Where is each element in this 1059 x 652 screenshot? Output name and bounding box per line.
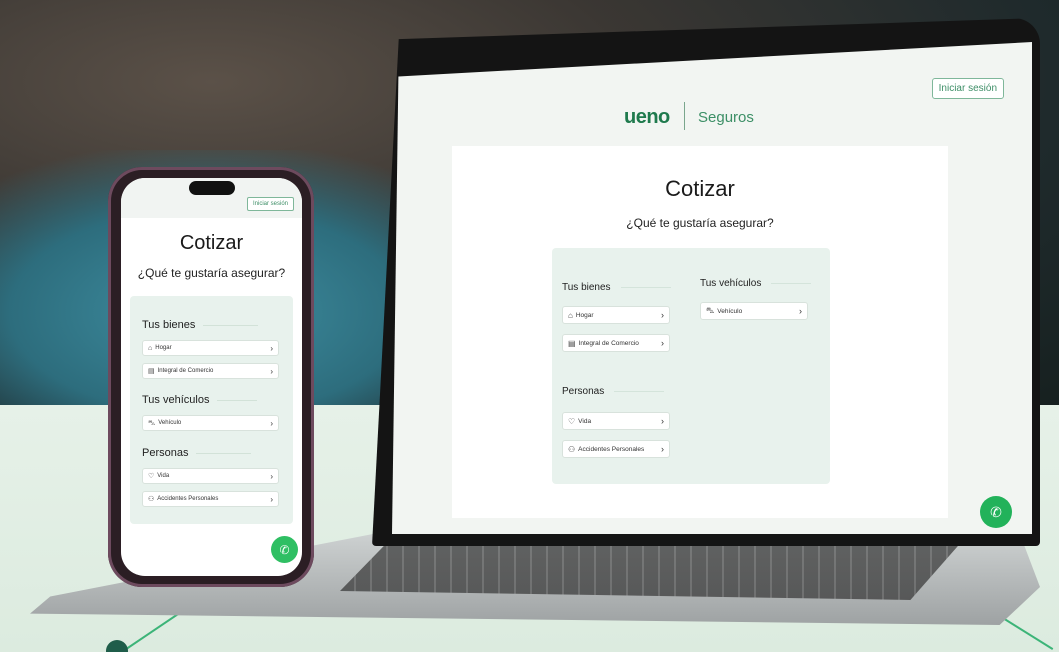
chevron-right-icon: ›: [270, 494, 273, 504]
quote-card: Cotizar ¿Qué te gustaría asegurar? Tus b…: [452, 146, 948, 518]
section-label: Tus bienes: [562, 282, 611, 293]
option-hogar[interactable]: ⌂ Hogar ›: [562, 306, 670, 324]
section-label: Tus vehículos: [142, 394, 210, 406]
laptop-keyboard: [340, 540, 960, 600]
section-personas: Personas: [142, 447, 252, 459]
option-hogar[interactable]: ⌂ Hogar ›: [142, 340, 279, 356]
chevron-right-icon: ›: [270, 366, 273, 376]
store-icon: ▤: [568, 338, 576, 348]
section-label: Tus vehículos: [700, 278, 762, 289]
login-button[interactable]: Iniciar sesión: [246, 197, 294, 211]
brand-suffix: Seguros: [698, 109, 754, 126]
section-label: Personas: [562, 386, 605, 397]
section-label: Personas: [142, 447, 189, 459]
login-button[interactable]: Iniciar sesión: [931, 78, 1004, 99]
section-vehiculos: Tus vehículos: [142, 394, 258, 406]
option-vida[interactable]: ♡ Vida ›: [562, 412, 670, 430]
option-label: Vida: [157, 473, 170, 479]
section-bienes: Tus bienes: [142, 319, 259, 331]
chevron-right-icon: ›: [661, 416, 664, 426]
section-rule: [614, 390, 665, 392]
option-vehiculo[interactable]: ⛍ Vehículo ›: [700, 302, 808, 320]
brand-logo[interactable]: ueno: [624, 106, 670, 129]
laptop-screen: Iniciar sesión ueno Seguros Cotizar ¿Qué…: [392, 42, 1032, 534]
section-rule: [196, 452, 252, 454]
option-label: Vehículo: [717, 307, 743, 315]
option-label: Integral de Comercio: [157, 368, 214, 374]
options-panel: Tus bienes ⌂ Hogar › ▤ Integral de Comercio…: [552, 248, 830, 484]
page-subtitle: ¿Qué te gustaría asegurar?: [626, 216, 774, 230]
option-label: Hogar: [575, 311, 594, 319]
options-panel: Tus bienes ⌂ Hogar › ▤ Integral de Comercio…: [130, 296, 293, 524]
chevron-right-icon: ›: [661, 444, 664, 454]
person-icon: ⚇: [148, 496, 155, 503]
car-icon: ⛍: [148, 419, 156, 427]
option-label: Vida: [578, 417, 592, 425]
logo-divider: [684, 102, 685, 130]
option-integral-comercio[interactable]: ▤ Integral de Comercio ›: [142, 363, 279, 379]
page-title: Cotizar: [665, 176, 735, 201]
home-icon: ⌂: [568, 310, 573, 320]
whatsapp-button[interactable]: ✆: [980, 496, 1012, 528]
chevron-right-icon: ›: [799, 306, 802, 316]
option-vehiculo[interactable]: ⛍ Vehículo ›: [142, 415, 279, 431]
section-vehiculos: Tus vehículos: [700, 278, 812, 289]
section-bienes: Tus bienes: [562, 282, 671, 293]
phone-notch: [189, 181, 235, 195]
chevron-right-icon: ›: [270, 471, 273, 481]
option-label: Hogar: [155, 345, 172, 351]
option-label: Accidentes Personales: [157, 496, 219, 502]
chevron-right-icon: ›: [661, 310, 664, 320]
chevron-right-icon: ›: [270, 418, 273, 428]
heart-icon: ♡: [148, 473, 155, 480]
whatsapp-icon: ✆: [990, 503, 1002, 520]
store-icon: ▤: [148, 368, 155, 375]
heart-icon: ♡: [568, 416, 576, 426]
option-label: Accidentes Personales: [578, 445, 645, 453]
option-integral-comercio[interactable]: ▤ Integral de Comercio ›: [562, 334, 670, 352]
person-icon: ⚇: [568, 444, 576, 454]
section-rule: [203, 324, 259, 326]
whatsapp-button[interactable]: ✆: [271, 536, 298, 563]
option-accidentes-personales[interactable]: ⚇ Accidentes Personales ›: [142, 491, 279, 507]
chevron-right-icon: ›: [661, 338, 664, 348]
option-label: Integral de Comercio: [578, 339, 639, 347]
option-vida[interactable]: ♡ Vida ›: [142, 468, 279, 484]
phone-screen: Iniciar sesión Cotizar ¿Qué te gustaría …: [121, 178, 302, 576]
car-icon: ⛍: [706, 306, 715, 315]
whatsapp-icon: ✆: [279, 542, 290, 557]
section-personas: Personas: [562, 386, 665, 397]
home-icon: ⌂: [148, 344, 153, 352]
section-label: Tus bienes: [142, 319, 196, 331]
section-rule: [771, 282, 812, 284]
section-rule: [217, 399, 258, 401]
option-accidentes-personales[interactable]: ⚇ Accidentes Personales ›: [562, 440, 670, 458]
chevron-right-icon: ›: [270, 343, 273, 353]
page-title: Cotizar: [179, 232, 244, 254]
page-subtitle: ¿Qué te gustaría asegurar?: [137, 266, 286, 280]
section-rule: [620, 286, 671, 288]
option-label: Vehículo: [158, 420, 182, 426]
promo-scene: Iniciar sesión ueno Seguros Cotizar ¿Qué…: [0, 0, 1059, 652]
